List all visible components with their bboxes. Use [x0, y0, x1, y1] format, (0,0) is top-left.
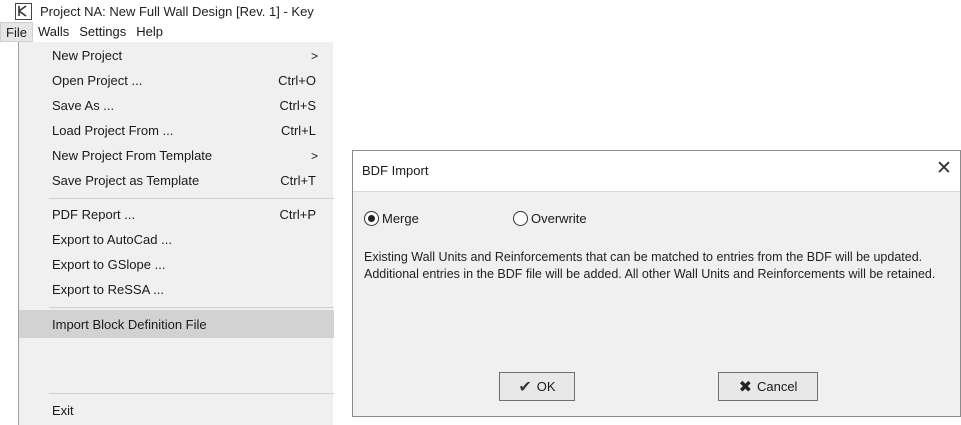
cancel-button-label: Cancel — [756, 379, 798, 394]
dialog-title: BDF Import — [362, 163, 429, 178]
menu-item-save-project-as-template[interactable]: Save Project as Template Ctrl+T — [19, 168, 334, 193]
menu-separator — [49, 393, 334, 394]
menu-item-label: Exit — [52, 403, 74, 418]
submenu-arrow-icon: > — [310, 48, 318, 63]
menu-walls[interactable]: Walls — [33, 22, 74, 42]
menu-item-load-project-from[interactable]: Load Project From ... Ctrl+L — [19, 118, 334, 143]
menu-item-label: Export to GSlope ... — [52, 257, 166, 272]
cancel-x-icon: ✖ — [738, 378, 752, 396]
import-description: Existing Wall Units and Reinforcements t… — [364, 250, 936, 281]
menu-item-label: Export to AutoCad ... — [52, 232, 172, 247]
menu-item-label: Save Project as Template — [52, 173, 200, 188]
menu-item-new-project-from-template[interactable]: New Project From Template > — [19, 143, 334, 168]
submenu-arrow-icon: > — [310, 148, 318, 163]
menu-item-label: New Project — [52, 48, 123, 63]
overwrite-radio-option[interactable]: Overwrite — [513, 211, 587, 226]
menu-separator — [49, 198, 334, 199]
menu-item-label: PDF Report ... — [52, 207, 136, 222]
menu-item-label: Save As ... — [52, 98, 115, 113]
merge-radio-button[interactable] — [364, 211, 379, 226]
overwrite-radio-label: Overwrite — [531, 211, 587, 226]
menu-item-label: Export to ReSSA ... — [52, 282, 164, 297]
bdf-import-dialog: BDF Import ✕ Merge Overwrite Existing Wa… — [352, 150, 961, 417]
merge-radio-label: Merge — [382, 211, 419, 226]
menu-item-label: Open Project ... — [52, 73, 143, 88]
ok-button-label: OK — [536, 379, 556, 394]
menu-file[interactable]: File — [0, 22, 33, 42]
close-icon[interactable]: ✕ — [934, 159, 954, 179]
menu-item-pdf-report[interactable]: PDF Report ... Ctrl+P — [19, 202, 334, 227]
menu-item-label: Load Project From ... — [52, 123, 174, 138]
menu-item-shortcut: Ctrl+S — [279, 98, 316, 113]
menu-item-import-block-definition-file[interactable]: Import Block Definition File — [19, 310, 334, 338]
menu-separator — [49, 307, 334, 308]
window-titlebar: Project NA: New Full Wall Design [Rev. 1… — [0, 0, 345, 22]
menu-item-shortcut: Ctrl+P — [279, 207, 316, 222]
dialog-titlebar: BDF Import ✕ — [353, 151, 960, 192]
menu-item-export-gslope[interactable]: Export to GSlope ... — [19, 252, 334, 277]
menu-item-shortcut: Ctrl+T — [280, 173, 316, 188]
menu-item-shortcut: Ctrl+L — [280, 123, 316, 138]
menu-item-label: Import Block Definition File — [52, 316, 207, 332]
menu-settings[interactable]: Settings — [74, 22, 131, 42]
window-title: Project NA: New Full Wall Design [Rev. 1… — [40, 3, 314, 19]
overwrite-radio-button[interactable] — [513, 211, 528, 226]
menu-item-shortcut: Ctrl+O — [278, 73, 316, 88]
cancel-button[interactable]: ✖ Cancel — [718, 372, 818, 401]
menu-item-export-autocad[interactable]: Export to AutoCad ... — [19, 227, 334, 252]
file-menu-dropdown: New Project > Open Project ... Ctrl+O Sa… — [18, 42, 334, 425]
menu-bar: File Walls Settings Help — [0, 22, 168, 42]
menu-item-new-project[interactable]: New Project > — [19, 43, 334, 68]
menu-item-save-as[interactable]: Save As ... Ctrl+S — [19, 93, 334, 118]
app-logo-icon — [15, 2, 32, 20]
menu-item-open-project[interactable]: Open Project ... Ctrl+O — [19, 68, 334, 93]
merge-radio-option[interactable]: Merge — [364, 211, 419, 226]
menu-item-label: New Project From Template — [52, 148, 213, 163]
menu-item-exit[interactable]: Exit — [19, 398, 334, 423]
screen: Project NA: New Full Wall Design [Rev. 1… — [0, 0, 961, 425]
checkmark-icon: ✔ — [518, 378, 532, 396]
ok-button[interactable]: ✔ OK — [499, 372, 575, 401]
menu-help[interactable]: Help — [131, 22, 168, 42]
menu-item-export-ressa[interactable]: Export to ReSSA ... — [19, 277, 334, 302]
